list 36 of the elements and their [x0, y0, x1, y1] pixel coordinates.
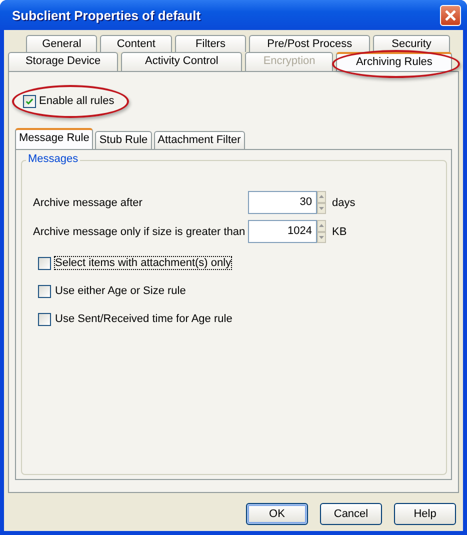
tab[interactable]: Message Rule [15, 128, 94, 149]
unit-label: KB [332, 226, 347, 238]
checkbox-label: Select items with attachment(s) only [55, 257, 232, 269]
ok-button[interactable]: OK [246, 503, 308, 525]
checkbox[interactable] [38, 256, 51, 270]
field-label: Archive message only if size is greater than [33, 226, 246, 238]
tab[interactable]: Pre/Post Process [249, 35, 370, 52]
tab[interactable]: Attachment Filter [154, 131, 245, 149]
group-title: Messages [26, 153, 80, 165]
checkbox[interactable] [23, 94, 36, 108]
tab[interactable]: Storage Device [8, 52, 118, 71]
close-icon [444, 8, 457, 22]
tab[interactable]: Activity Control [121, 52, 242, 71]
tab[interactable]: Stub Rule [95, 131, 152, 149]
tab[interactable]: Content [100, 35, 172, 52]
close-button[interactable] [440, 4, 461, 26]
window-title: Subclient Properties of default [12, 8, 201, 22]
checkbox[interactable] [38, 284, 51, 298]
number-field[interactable]: 30 [248, 191, 317, 214]
tab[interactable]: General [26, 35, 98, 52]
down-arrow-icon [319, 236, 324, 239]
tab[interactable]: Filters [174, 35, 246, 52]
dialog-button[interactable]: Cancel [320, 503, 382, 525]
unit-label: days [332, 196, 356, 208]
down-arrow-icon [319, 206, 324, 210]
checkbox-label: Enable all rules [39, 95, 114, 107]
checkbox-label: Use Sent/Received time for Age rule [55, 313, 232, 325]
checkbox[interactable] [38, 312, 51, 326]
dialog-button[interactable]: Help [394, 503, 456, 525]
up-arrow-icon [319, 195, 324, 198]
tab[interactable]: Security [373, 35, 450, 52]
checkbox-label: Use either Age or Size rule [55, 285, 186, 297]
up-arrow-icon [319, 224, 324, 228]
number-field[interactable]: 1024 [248, 220, 317, 243]
tab[interactable]: Archiving Rules [336, 52, 452, 71]
field-label: Archive message after [33, 196, 144, 208]
